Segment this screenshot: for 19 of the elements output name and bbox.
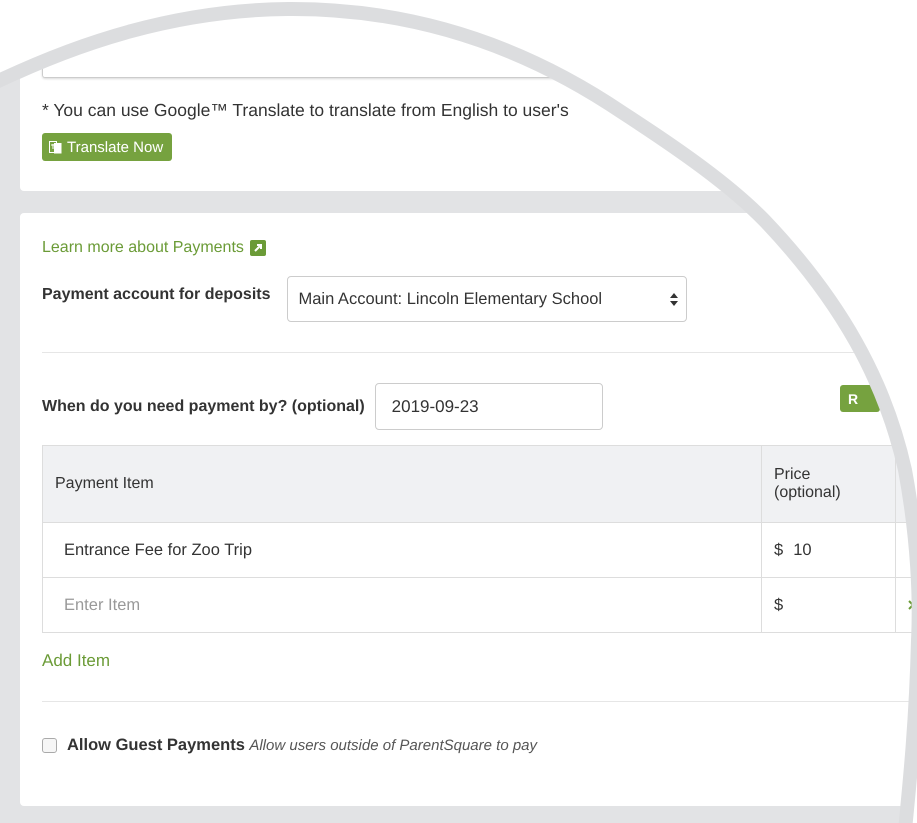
account-select[interactable]: Main Account: Lincoln Elementary School (286, 276, 686, 322)
item-field[interactable]: Entrance Fee for Zoo Trip (43, 540, 761, 560)
date-field[interactable]: 2019-09-23 (374, 383, 603, 430)
translate-icon (49, 140, 62, 154)
item-cell[interactable]: Entrance Fee for Zoo Trip (42, 522, 762, 578)
column-header: Price (optional) (762, 446, 896, 522)
item-field[interactable]: Enter Item (43, 596, 761, 614)
checkbox[interactable] (42, 738, 57, 753)
currency-symbol: $ (774, 596, 784, 614)
external-link-icon (250, 240, 266, 256)
translate-note: * You can use Google™ Translate to translate from English to user's (42, 100, 569, 120)
item-cell[interactable]: Enter Item (42, 578, 762, 632)
price-value: 10 (793, 540, 812, 560)
field-label: Payment account for deposits (42, 286, 270, 304)
sort-arrows-icon (670, 292, 678, 306)
column-header: Payment Item (42, 446, 762, 522)
field-label: When do you need payment by? (optional) (42, 398, 365, 416)
currency-symbol: $ (774, 540, 784, 560)
guest-payments-label: Allow Guest Payments Allow users outside of ParentSquare to pay (67, 736, 538, 755)
